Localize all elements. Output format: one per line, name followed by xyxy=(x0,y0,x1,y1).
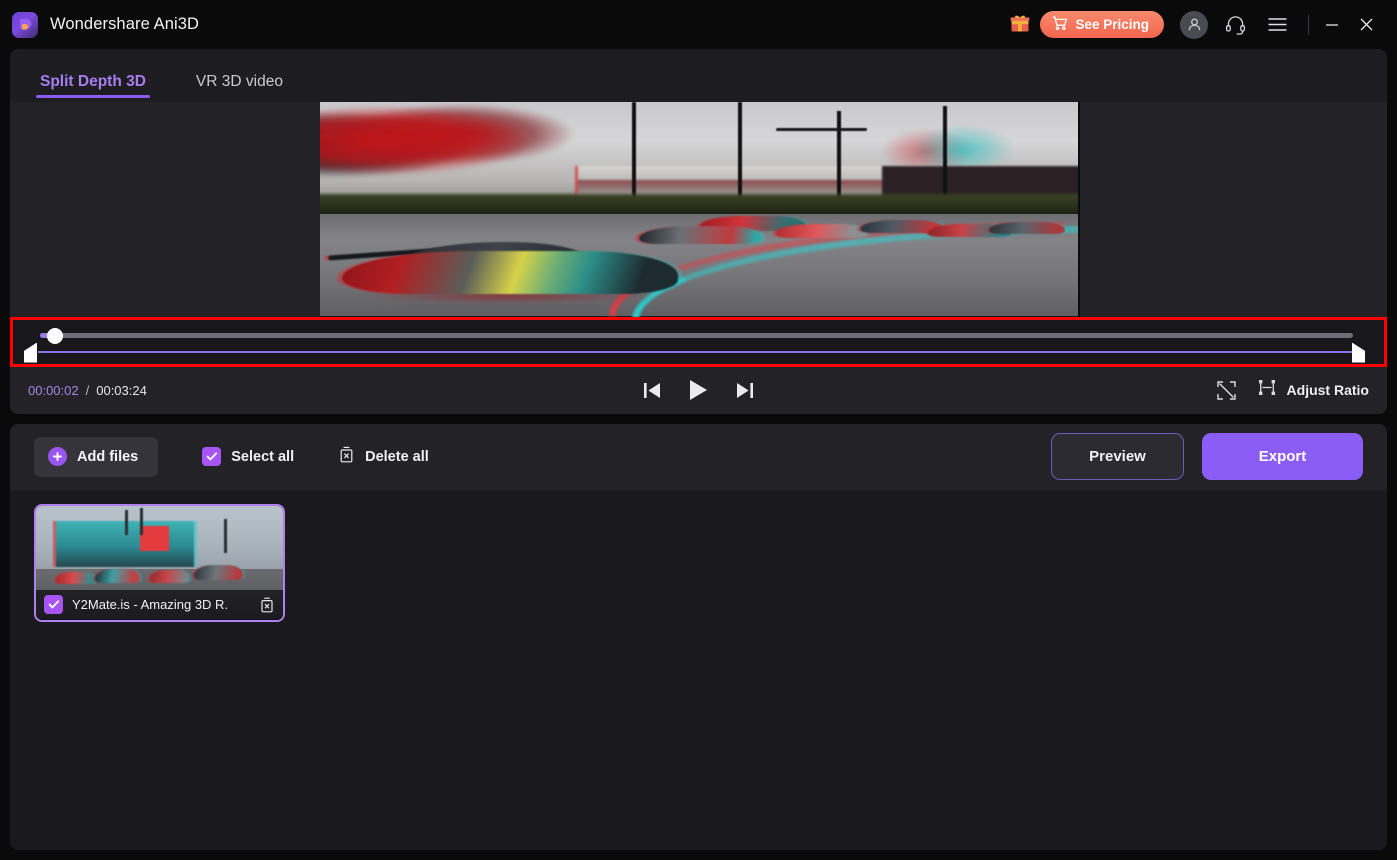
thumb-pylon-3 xyxy=(223,519,227,554)
total-time: 00:03:24 xyxy=(96,382,147,398)
plus-circle-icon xyxy=(48,447,67,466)
app-window: Wondershare Ani3D See Pricing Split Dept… xyxy=(0,0,1397,860)
user-avatar-icon[interactable] xyxy=(1180,10,1208,39)
video-preview-stage[interactable] xyxy=(10,102,1387,317)
add-files-label: Add files xyxy=(77,448,139,465)
tab-label: VR 3D video xyxy=(195,73,283,90)
progress-track[interactable] xyxy=(40,332,1353,338)
thumb-car-3 xyxy=(149,570,190,583)
app-title: Wondershare Ani3D xyxy=(50,15,200,33)
trim-end-handle-icon[interactable] xyxy=(1352,342,1365,363)
video-hero-car xyxy=(327,226,693,303)
play-icon[interactable] xyxy=(687,378,710,402)
close-icon[interactable] xyxy=(1349,10,1383,40)
see-pricing-label: See Pricing xyxy=(1075,17,1149,32)
playhead-handle-icon[interactable] xyxy=(47,327,63,344)
list-item[interactable]: Y2Mate.is - Amazing 3D R. xyxy=(34,503,285,622)
timeline-scrubber-region[interactable] xyxy=(10,316,1387,367)
toolbar-right-actions: Preview Export xyxy=(1051,433,1363,480)
tab-bar: Split Depth 3D VR 3D video xyxy=(10,49,1387,102)
trash-icon xyxy=(338,445,355,468)
time-separator: / xyxy=(85,382,90,398)
skip-previous-icon[interactable] xyxy=(642,381,663,400)
trash-icon[interactable] xyxy=(259,596,275,614)
transport-bar: 00:00:02 / 00:03:24 Adjust Ratio xyxy=(10,366,1387,414)
see-pricing-button[interactable]: See Pricing xyxy=(1040,11,1164,38)
thumb-car-1 xyxy=(55,571,96,585)
video-pack-car-6 xyxy=(988,222,1065,235)
thumb-pylon-1 xyxy=(124,510,128,536)
file-list: Y2Mate.is - Amazing 3D R. xyxy=(10,489,1387,850)
tab-label: Split Depth 3D xyxy=(40,73,146,90)
video-hero-body xyxy=(342,251,678,295)
hamburger-menu-icon[interactable] xyxy=(1262,10,1292,40)
delete-all-label: Delete all xyxy=(365,448,429,465)
video-pole-3 xyxy=(836,110,841,205)
video-pole-1 xyxy=(631,102,636,205)
thumb-pylon-2 xyxy=(139,507,143,536)
trim-start-handle-icon[interactable] xyxy=(24,342,37,363)
file-name: Y2Mate.is - Amazing 3D R. xyxy=(72,597,229,612)
fullscreen-icon[interactable] xyxy=(1216,380,1237,401)
checkbox-checked-icon[interactable] xyxy=(44,595,63,614)
annotation-box-right-edge xyxy=(1384,316,1387,367)
thumb-car-4 xyxy=(194,564,244,580)
thumb-red-structure xyxy=(139,526,170,552)
playback-controls xyxy=(10,367,1387,414)
trim-track[interactable] xyxy=(38,350,1353,353)
tab-vr-3d-video[interactable]: VR 3D video xyxy=(192,73,287,102)
action-toolbar: Add files Select all Delete all Preview … xyxy=(10,423,1387,490)
delete-all-control[interactable]: Delete all xyxy=(338,445,429,468)
adjust-ratio-button[interactable]: Adjust Ratio xyxy=(1257,378,1369,402)
headset-icon[interactable] xyxy=(1220,10,1250,40)
annotation-box-left-edge xyxy=(10,316,13,367)
cart-icon xyxy=(1052,16,1068,34)
preview-button[interactable]: Preview xyxy=(1051,433,1184,480)
adjust-ratio-icon xyxy=(1257,378,1278,402)
gift-icon[interactable] xyxy=(1010,13,1030,37)
tab-split-depth-3d[interactable]: Split Depth 3D xyxy=(36,73,150,102)
video-right-edge xyxy=(1078,102,1080,317)
select-all-label: Select all xyxy=(231,448,295,465)
file-card-bar: Y2Mate.is - Amazing 3D R. xyxy=(36,589,283,620)
current-time: 00:00:02 xyxy=(28,382,79,398)
video-pole-2 xyxy=(738,102,742,201)
add-files-button[interactable]: Add files xyxy=(34,436,159,477)
title-bar: Wondershare Ani3D See Pricing xyxy=(0,0,1397,49)
video-pack-car-3 xyxy=(776,224,868,239)
thumb-car-2 xyxy=(95,569,140,583)
checkbox-checked-icon[interactable] xyxy=(202,447,222,466)
video-street-lamp xyxy=(776,127,868,131)
select-all-control[interactable]: Select all xyxy=(202,447,294,466)
video-frame xyxy=(320,102,1080,317)
skip-next-icon[interactable] xyxy=(734,381,755,400)
video-pole-4 xyxy=(943,106,948,205)
adjust-ratio-label: Adjust Ratio xyxy=(1286,382,1369,398)
minimize-icon[interactable] xyxy=(1315,10,1349,40)
wondershare-logo-icon xyxy=(12,11,38,38)
titlebar-divider xyxy=(1308,14,1309,35)
export-button[interactable]: Export xyxy=(1202,433,1363,480)
transport-right-controls: Adjust Ratio xyxy=(1216,378,1369,402)
